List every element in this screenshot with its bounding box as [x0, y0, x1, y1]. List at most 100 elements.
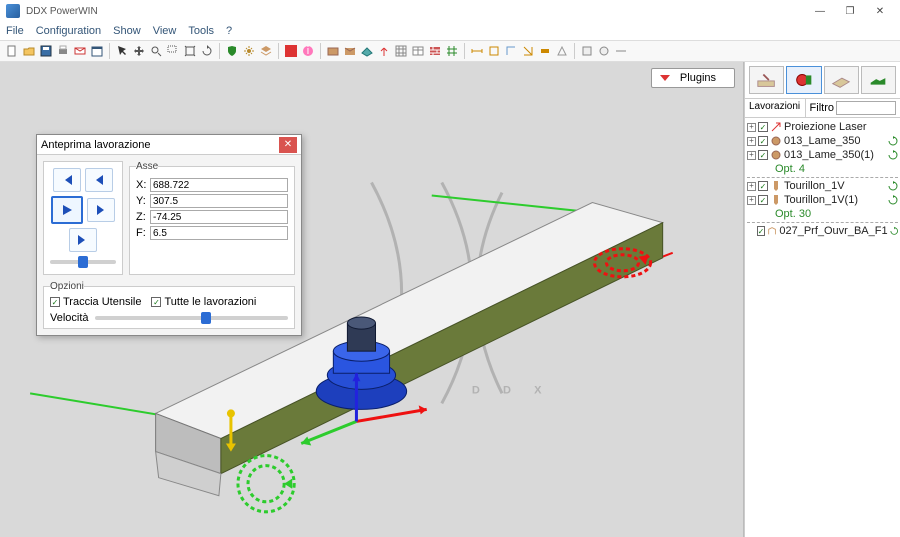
x-input[interactable]: [150, 178, 288, 192]
menu-configuration[interactable]: Configuration: [36, 25, 101, 37]
tb-axis[interactable]: [376, 43, 392, 59]
tb-pointer[interactable]: [114, 43, 130, 59]
right-panel: Lavorazioni Filtro +✓ Proiezione Laser +…: [744, 62, 900, 537]
tb-dim1[interactable]: [469, 43, 485, 59]
lavorazioni-label: Lavorazioni: [745, 99, 806, 117]
menu-show[interactable]: Show: [113, 25, 141, 37]
refresh-icon: [890, 226, 898, 236]
tb-pan[interactable]: [131, 43, 147, 59]
mode-1[interactable]: [749, 66, 784, 94]
menu-view[interactable]: View: [153, 25, 177, 37]
velocita-slider[interactable]: [95, 316, 288, 320]
tb-hash[interactable]: [444, 43, 460, 59]
tb-grid[interactable]: [393, 43, 409, 59]
mode-buttons: [745, 62, 900, 99]
last-button[interactable]: [69, 228, 97, 252]
tree-item[interactable]: +✓ 013_Lame_350: [747, 134, 898, 148]
tree-item[interactable]: +✓ Tourillon_1V(1): [747, 193, 898, 207]
tb-dim2[interactable]: [486, 43, 502, 59]
y-label: Y:: [136, 195, 146, 207]
tb-dim5[interactable]: [537, 43, 553, 59]
tree-item[interactable]: +✓ 013_Lame_350(1): [747, 148, 898, 162]
z-input[interactable]: [150, 210, 288, 224]
first-button[interactable]: [53, 168, 81, 192]
title-bar: DDX PowerWIN — ❐ ✕: [0, 0, 900, 22]
tb-print[interactable]: [55, 43, 71, 59]
tb-zoom[interactable]: [148, 43, 164, 59]
tb-mail[interactable]: [72, 43, 88, 59]
tb-zoom-window[interactable]: [165, 43, 181, 59]
tb-layers[interactable]: [258, 43, 274, 59]
axes-legend: Asse: [136, 161, 158, 172]
mode-3[interactable]: [824, 66, 859, 94]
axes-panel: Asse X: Y: Z: F:: [129, 161, 295, 275]
refresh-icon: [888, 195, 898, 205]
tb-dim3[interactable]: [503, 43, 519, 59]
tb-red[interactable]: [283, 43, 299, 59]
mode-2[interactable]: [786, 66, 821, 94]
tree-opt: Opt. 30: [747, 207, 898, 221]
menu-help[interactable]: ?: [226, 25, 232, 37]
minimize-button[interactable]: —: [806, 2, 834, 20]
tb-rotate[interactable]: [199, 43, 215, 59]
velocita-label: Velocità: [50, 312, 89, 324]
tree-separator: [747, 177, 898, 178]
tb-table[interactable]: [410, 43, 426, 59]
tb-zoom-fit[interactable]: [182, 43, 198, 59]
tree-item[interactable]: +✓ Tourillon_1V: [747, 179, 898, 193]
app-title: DDX PowerWIN: [26, 6, 98, 17]
f-input[interactable]: [150, 226, 288, 240]
dialog-titlebar[interactable]: Anteprima lavorazione ✕: [37, 135, 301, 155]
viewport-3d[interactable]: Plugins D D X: [0, 62, 744, 537]
z-label: Z:: [136, 211, 146, 223]
play-button[interactable]: [51, 196, 83, 224]
blade-icon: [770, 149, 782, 161]
drill-icon: [770, 180, 782, 192]
y-input[interactable]: [150, 194, 288, 208]
close-button[interactable]: ✕: [866, 2, 894, 20]
tb-misc2[interactable]: [596, 43, 612, 59]
options-panel: Opzioni ✓Traccia Utensile ✓Tutte le lavo…: [43, 281, 295, 329]
maximize-button[interactable]: ❐: [836, 2, 864, 20]
tb-misc3[interactable]: [613, 43, 629, 59]
tb-calendar[interactable]: [89, 43, 105, 59]
tb-misc1[interactable]: [579, 43, 595, 59]
drill-icon: [770, 194, 782, 206]
filtro-input[interactable]: [836, 101, 896, 115]
tree-separator: [747, 222, 898, 223]
menu-file[interactable]: File: [6, 25, 24, 37]
tb-pkg1[interactable]: [325, 43, 341, 59]
tree-item[interactable]: +✓ Proiezione Laser: [747, 120, 898, 134]
svg-text:i: i: [307, 45, 309, 57]
tb-part[interactable]: [359, 43, 375, 59]
tb-save[interactable]: [38, 43, 54, 59]
panel-header: Lavorazioni Filtro: [745, 99, 900, 118]
window-controls: — ❐ ✕: [806, 2, 894, 20]
tb-dim6[interactable]: [554, 43, 570, 59]
app-icon: [6, 4, 20, 18]
prev-button[interactable]: [85, 168, 113, 192]
next-button[interactable]: [87, 198, 115, 222]
mode-4[interactable]: [861, 66, 896, 94]
profile-icon: [767, 225, 777, 237]
tutte-checkbox[interactable]: ✓Tutte le lavorazioni: [151, 296, 256, 308]
tb-open[interactable]: [21, 43, 37, 59]
tb-info[interactable]: i: [300, 43, 316, 59]
tb-wall[interactable]: [427, 43, 443, 59]
tb-dim4[interactable]: [520, 43, 536, 59]
laser-icon: [770, 121, 782, 133]
menu-tools[interactable]: Tools: [188, 25, 214, 37]
tb-new[interactable]: [4, 43, 20, 59]
operations-tree: +✓ Proiezione Laser +✓ 013_Lame_350 +✓ 0…: [745, 118, 900, 537]
dialog-close-button[interactable]: ✕: [279, 137, 297, 153]
svg-text:D D X: D D X: [472, 384, 552, 396]
toolbar: i: [0, 40, 900, 62]
tb-shield[interactable]: [224, 43, 240, 59]
options-legend: Opzioni: [50, 281, 84, 292]
tb-gear[interactable]: [241, 43, 257, 59]
tb-pkg2[interactable]: [342, 43, 358, 59]
dialog-title: Anteprima lavorazione: [41, 139, 150, 151]
traccia-checkbox[interactable]: ✓Traccia Utensile: [50, 296, 141, 308]
progress-slider[interactable]: [50, 260, 116, 264]
tree-item[interactable]: ✓ 027_Prf_Ouvr_BA_F1: [747, 224, 898, 238]
